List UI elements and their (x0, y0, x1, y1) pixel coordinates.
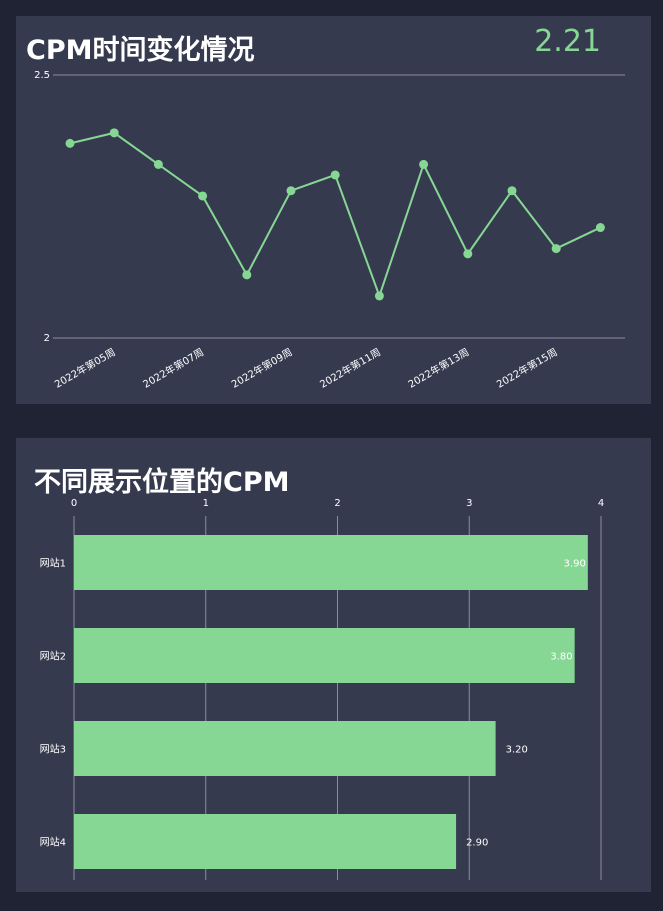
data-point (507, 186, 517, 196)
bar-chart-svg: 0 1 2 3 4 网站1 3.90 网站2 3.80 网站3 3.20 网站4 2.90 (40, 498, 604, 880)
y-category-label: 网站1 (40, 557, 66, 570)
x-tick-label: 4 (598, 498, 604, 509)
bar-value-label: 3.20 (506, 745, 528, 756)
data-point (109, 128, 119, 138)
bar-value-label: 3.90 (564, 559, 586, 570)
series-line (69, 131, 601, 299)
data-point (65, 138, 75, 148)
x-tick-label: 3 (466, 498, 472, 509)
data-point (463, 249, 473, 259)
bar (74, 721, 496, 776)
x-tick-label: 2022年第15周 (494, 345, 560, 390)
data-point (286, 186, 296, 196)
bar-value-label: 3.80 (550, 652, 572, 663)
y-category-label: 网站2 (40, 650, 66, 663)
line-chart-panel: CPM时间变化情况 2.21 2 2.5 2022年第05周 2022年第07周 202… (16, 16, 651, 404)
data-point (551, 244, 561, 254)
y-category-label: 网站3 (40, 743, 66, 756)
bar (74, 535, 588, 590)
data-point (374, 291, 384, 301)
x-tick-label: 0 (71, 498, 77, 509)
x-tick-label: 1 (203, 498, 209, 509)
bar-value-label: 2.90 (466, 838, 488, 849)
data-point (242, 270, 252, 280)
y-category-label: 网站4 (40, 836, 66, 849)
line-chart-svg: 2 2.5 2022年第05周 2022年第07周 2022年第09周 2022年第11周… (34, 70, 625, 391)
bar-chart-panel: 不同展示位置的CPM 0 1 2 3 4 网站1 3.90 网站2 3.80 网站3 3.20 网站4… (16, 438, 651, 892)
y-tick-label: 2 (44, 333, 50, 344)
x-tick-label: 2022年第11周 (317, 345, 383, 390)
data-point (330, 170, 340, 180)
bar (74, 814, 457, 869)
data-point (595, 223, 605, 233)
x-tick-label: 2022年第05周 (52, 345, 118, 390)
bar (74, 628, 575, 683)
data-point (198, 191, 208, 201)
data-point (419, 159, 429, 169)
x-tick-label: 2022年第07周 (141, 345, 207, 390)
x-tick-label: 2022年第09周 (229, 345, 295, 390)
x-tick-label: 2 (334, 498, 340, 509)
y-tick-label: 2.5 (34, 70, 50, 81)
data-point (153, 159, 163, 169)
x-tick-label: 2022年第13周 (406, 345, 472, 390)
